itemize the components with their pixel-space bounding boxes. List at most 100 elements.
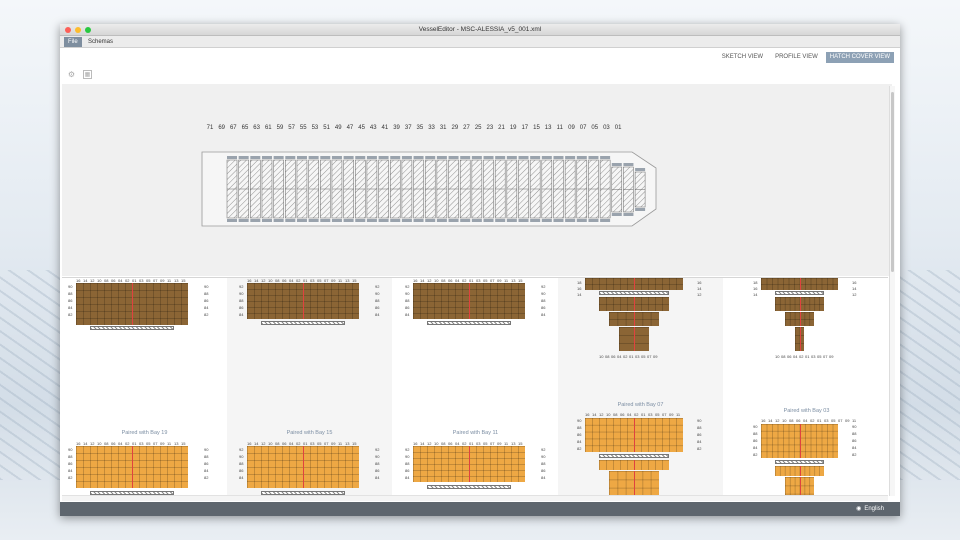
bay-number-label: 51 — [323, 125, 330, 131]
bay-number-label: 11 — [557, 125, 564, 131]
hatch-cover-bottom — [227, 219, 237, 222]
paired-bay-label: Paired with Bay 07 — [617, 402, 664, 408]
hold-bay-step[interactable] — [599, 297, 669, 311]
hold-bay-grid[interactable] — [585, 278, 683, 290]
hatch-cover-bottom — [273, 219, 284, 222]
deck-bay-step[interactable] — [785, 477, 814, 495]
tier-label: 16 — [852, 280, 857, 285]
tier-label: 90 — [852, 424, 857, 429]
menu-file[interactable]: File — [64, 37, 82, 47]
bay-number-label: 69 — [218, 125, 225, 131]
tier-label: 90 — [375, 454, 380, 459]
tier-label: 82 — [577, 446, 582, 451]
hold-bay-step[interactable] — [785, 312, 814, 326]
centerline — [132, 446, 133, 488]
close-window-button[interactable] — [65, 27, 71, 33]
tier-label: 12 — [852, 292, 857, 297]
hold-bay-grid[interactable] — [761, 278, 838, 290]
tab-profile-view[interactable]: PROFILE VIEW — [771, 52, 822, 63]
tier-label: 90 — [68, 447, 73, 452]
hold-bay-grid[interactable] — [76, 283, 188, 325]
hold-bay-grid[interactable] — [247, 283, 359, 319]
deck-bay-step[interactable] — [599, 460, 669, 470]
deck-bay-step[interactable] — [775, 466, 824, 476]
deck-bay-step[interactable] — [609, 471, 659, 495]
bay-number-label: 25 — [475, 125, 482, 131]
centerline — [634, 460, 635, 470]
row-label: 08 — [613, 412, 618, 417]
row-label: 08 — [781, 354, 786, 359]
bay-number-label: 67 — [230, 125, 237, 131]
bay-number-label: 15 — [533, 125, 540, 131]
bay-number-label: 47 — [347, 125, 354, 131]
hold-bay-step[interactable] — [775, 297, 824, 311]
bay-number-label: 07 — [580, 125, 587, 131]
centerline — [132, 283, 133, 325]
hold-bay-step[interactable] — [619, 327, 649, 351]
tier-label: 86 — [68, 461, 73, 466]
hatch-cover-bottom — [261, 219, 272, 222]
centerline — [799, 278, 801, 290]
tier-label: 86 — [239, 305, 244, 310]
hatch-cover-bottom — [611, 213, 622, 216]
tier-label: 86 — [204, 461, 209, 466]
hatch-cover-top — [600, 156, 611, 159]
hatch-cover-bottom — [285, 219, 296, 222]
tier-label: 92 — [405, 447, 410, 452]
tier-label: 86 — [68, 298, 73, 303]
bay-number-label: 57 — [288, 125, 295, 131]
hold-bay-step[interactable] — [609, 312, 659, 326]
hold-bay-grid[interactable] — [413, 283, 525, 319]
tier-label: 88 — [204, 454, 209, 459]
tier-label: 84 — [68, 305, 73, 310]
tier-label: 12 — [697, 292, 702, 297]
background-crane-left — [0, 270, 60, 480]
gear-icon[interactable]: ⚙ — [67, 70, 76, 79]
tier-label: 82 — [68, 475, 73, 480]
hold-bay-step[interactable] — [795, 327, 804, 351]
row-label: 08 — [789, 418, 794, 423]
status-bar: ◉ English — [60, 502, 900, 516]
deck-bay-grid[interactable] — [247, 446, 359, 488]
grid-icon[interactable]: ▦ — [83, 70, 92, 79]
tier-label: 84 — [375, 312, 380, 317]
menu-schemas[interactable]: Schemas — [84, 37, 117, 47]
tier-label: 84 — [697, 439, 702, 444]
deck-bay-grid[interactable] — [761, 424, 838, 458]
row-label: 14 — [592, 412, 597, 417]
vertical-scrollbar[interactable] — [889, 86, 895, 496]
bay-column: 18 16 14 16 14 12 10 08 06 04 02 01 03 05 07 09 Paired w… — [724, 278, 888, 495]
row-label: 07 — [662, 412, 667, 417]
tier-label: 90 — [541, 454, 546, 459]
tier-label: 84 — [541, 475, 546, 480]
horizontal-scrollbar[interactable] — [62, 495, 888, 501]
tier-label: 90 — [375, 291, 380, 296]
hatch-cover-top — [366, 156, 377, 159]
tier-label: 86 — [541, 468, 546, 473]
deck-bay-grid[interactable] — [76, 446, 188, 488]
deck-bay-grid[interactable] — [413, 446, 525, 482]
paired-bay-label: Paired with Bay 15 — [286, 430, 333, 436]
tier-label: 92 — [375, 284, 380, 289]
tier-label: 82 — [68, 312, 73, 317]
bay-column: 16 14 12 10 08 06 04 02 01 03 05 07 09 11 13 15 90 88 86 84… — [62, 278, 227, 495]
vertical-scroll-thumb[interactable] — [891, 92, 894, 272]
deck-bay-grid[interactable] — [585, 418, 683, 452]
tier-label: 88 — [697, 425, 702, 430]
zoom-window-button[interactable] — [85, 27, 91, 33]
centerline — [799, 466, 801, 476]
hatch-cover-bottom — [448, 219, 459, 222]
minimize-window-button[interactable] — [75, 27, 81, 33]
hatch-cover-bottom — [471, 219, 482, 222]
bay-number-label: 45 — [358, 125, 365, 131]
hatch-cover-bottom — [331, 219, 342, 222]
language-selector[interactable]: ◉ English — [856, 504, 884, 514]
bay-number-label: 63 — [253, 125, 260, 131]
tier-label: 88 — [541, 298, 546, 303]
tab-sketch-view[interactable]: SKETCH VIEW — [718, 52, 767, 63]
hatch-cover-bottom — [541, 219, 552, 222]
tier-label: 90 — [405, 454, 410, 459]
row-label: 06 — [611, 354, 616, 359]
tier-label: 90 — [204, 284, 209, 289]
tab-hatch-cover-view[interactable]: HATCH COVER VIEW — [825, 52, 894, 63]
